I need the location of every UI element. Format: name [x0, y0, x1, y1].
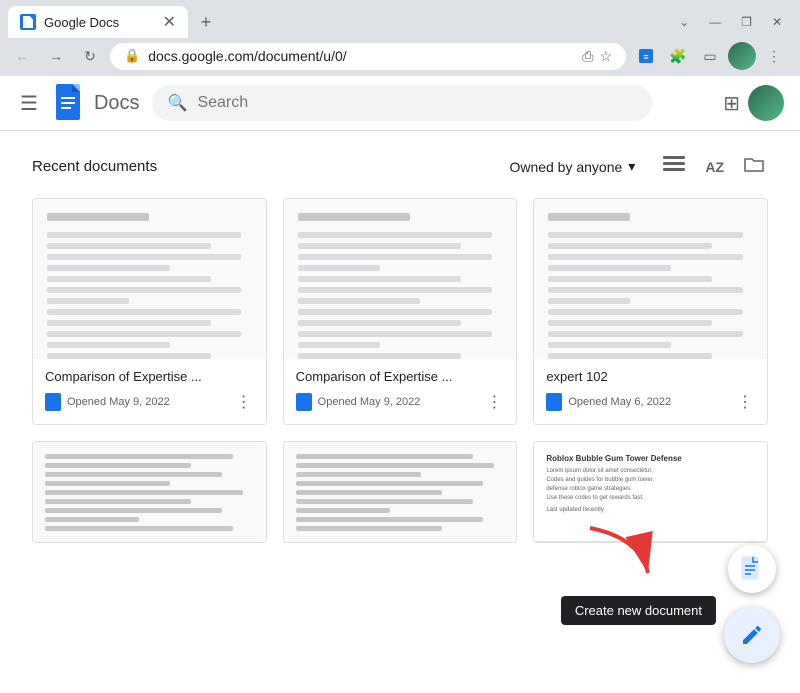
tab-favicon [20, 14, 36, 30]
doc-more-menu-3[interactable]: ⋮ [735, 390, 755, 414]
new-document-fab-primary[interactable] [724, 607, 780, 663]
doc-card-3[interactable]: expert 102 Opened May 6, 2022 ⋮ [533, 198, 768, 425]
refresh-button[interactable]: ↻ [76, 42, 104, 70]
doc-date-2: Opened May 9, 2022 [318, 396, 479, 408]
extension2-icon[interactable]: 🧩 [664, 42, 692, 70]
doc-info-3: expert 102 Opened May 6, 2022 ⋮ [534, 359, 767, 424]
doc-preview-1 [33, 199, 266, 359]
header-right-icons: ⊞ [723, 85, 784, 121]
doc-more-menu-1[interactable]: ⋮ [234, 390, 254, 414]
search-input[interactable] [197, 94, 635, 112]
maximize-button[interactable]: ❐ [735, 13, 758, 31]
red-arrow-indicator [580, 518, 660, 593]
url-display: docs.google.com/document/u/0/ [148, 48, 346, 64]
title-bar: Google Docs ✕ + ⌄ — ❐ ✕ [0, 0, 800, 38]
back-button[interactable]: ← [8, 42, 36, 70]
fab-area [724, 545, 780, 663]
new-tab-button[interactable]: + [192, 8, 220, 36]
svg-text:≡: ≡ [643, 52, 648, 62]
doc-title-3: expert 102 [546, 369, 755, 384]
docs-logo: Docs [54, 84, 140, 122]
active-tab[interactable]: Google Docs ✕ [8, 6, 188, 38]
doc-title-2: Comparison of Expertise ... [296, 369, 505, 384]
browser-right-icons: ≡ 🧩 ▭ ⋮ [632, 42, 792, 70]
share-icon[interactable]: ⎙ [582, 48, 593, 65]
search-icon: 🔍 [168, 93, 188, 113]
doc-date-3: Opened May 6, 2022 [568, 396, 729, 408]
avatar-circle [728, 42, 756, 70]
doc-date-1: Opened May 9, 2022 [67, 396, 228, 408]
doc-preview-2 [284, 199, 517, 359]
close-button[interactable]: ✕ [766, 13, 788, 31]
chevron-down-icon: ▾ [628, 158, 635, 175]
browser-chrome: Google Docs ✕ + ⌄ — ❐ ✕ ← → ↻ 🔒 docs.goo… [0, 0, 800, 76]
profile-avatar[interactable] [728, 42, 756, 70]
doc-meta-2: Opened May 9, 2022 ⋮ [296, 390, 505, 414]
sidebar-toggle-icon[interactable]: ▭ [696, 42, 724, 70]
doc-meta-1: Opened May 9, 2022 ⋮ [45, 390, 254, 414]
doc-preview-5 [284, 442, 517, 542]
forward-button[interactable]: → [42, 42, 70, 70]
address-bar-row: ← → ↻ 🔒 docs.google.com/document/u/0/ ⎙ … [0, 38, 800, 76]
documents-grid: Comparison of Expertise ... Opened May 9… [32, 198, 768, 543]
owned-by-dropdown[interactable]: Owned by anyone ▾ [501, 154, 643, 179]
tooltip-text: Create new document [575, 603, 702, 618]
doc-info-2: Comparison of Expertise ... Opened May 9… [284, 359, 517, 424]
doc-icon-2 [296, 393, 312, 411]
create-document-tooltip: Create new document [561, 596, 716, 625]
tab-close-button[interactable]: ✕ [163, 12, 176, 32]
doc-info-1: Comparison of Expertise ... Opened May 9… [33, 359, 266, 424]
extension1-icon[interactable]: ≡ [632, 42, 660, 70]
search-bar[interactable]: 🔍 [152, 85, 652, 121]
docs-logo-text: Docs [94, 92, 140, 115]
address-bar[interactable]: 🔒 docs.google.com/document/u/0/ ⎙ ☆ [110, 43, 626, 70]
app-header: ☰ Docs 🔍 ⊞ [0, 76, 800, 131]
list-view-icon[interactable] [659, 151, 689, 182]
apps-grid-icon[interactable]: ⊞ [723, 91, 740, 116]
folder-view-icon[interactable] [740, 151, 768, 182]
doc-card-2[interactable]: Comparison of Expertise ... Opened May 9… [283, 198, 518, 425]
address-right-icons: ⎙ ☆ [582, 48, 612, 65]
new-document-fab-secondary[interactable] [728, 545, 776, 593]
doc-card-4[interactable] [32, 441, 267, 543]
doc-preview-3 [534, 199, 767, 359]
doc-icon-1 [45, 393, 61, 411]
doc-preview-4 [33, 442, 266, 542]
view-icons: AZ [659, 151, 768, 182]
tab-title: Google Docs [44, 15, 119, 30]
lock-icon: 🔒 [124, 48, 140, 64]
main-content: Recent documents Owned by anyone ▾ AZ [0, 131, 800, 563]
doc-icon-3 [546, 393, 562, 411]
doc-card-1[interactable]: Comparison of Expertise ... Opened May 9… [32, 198, 267, 425]
recent-docs-title: Recent documents [32, 158, 157, 175]
owned-by-label: Owned by anyone [509, 159, 622, 175]
doc-card-5[interactable] [283, 441, 518, 543]
filter-area: Owned by anyone ▾ AZ [501, 151, 768, 182]
doc-title-1: Comparison of Expertise ... [45, 369, 254, 384]
window-controls: ⌄ — ❐ ✕ [673, 13, 792, 31]
minimize-button[interactable]: — [703, 13, 727, 31]
content-header: Recent documents Owned by anyone ▾ AZ [32, 151, 768, 182]
user-avatar[interactable] [748, 85, 784, 121]
menu-icon[interactable]: ⋮ [760, 42, 788, 70]
docs-logo-icon [54, 84, 86, 122]
star-icon[interactable]: ☆ [599, 48, 612, 65]
chevron-down-icon[interactable]: ⌄ [673, 13, 695, 31]
doc-meta-3: Opened May 6, 2022 ⋮ [546, 390, 755, 414]
sort-az-icon[interactable]: AZ [701, 155, 728, 179]
doc-more-menu-2[interactable]: ⋮ [484, 390, 504, 414]
hamburger-menu[interactable]: ☰ [16, 87, 42, 120]
